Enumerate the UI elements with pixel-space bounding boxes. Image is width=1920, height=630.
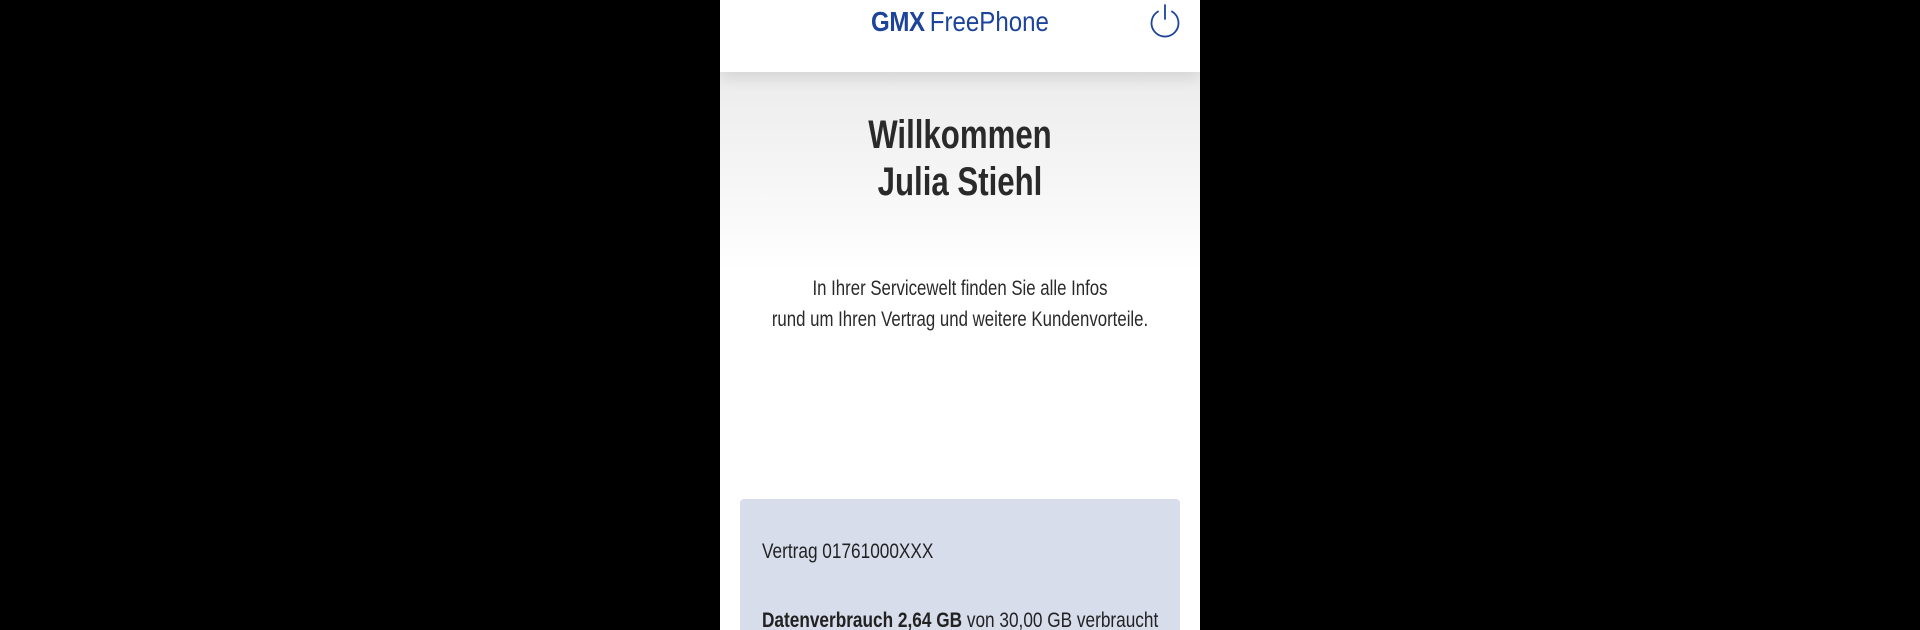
data-usage: Datenverbrauch 2,64 GB von 30,00 GB verb… xyxy=(762,608,1158,630)
intro-line-1: In Ihrer Servicewelt finden Sie alle Inf… xyxy=(812,277,1108,300)
data-usage-label: Datenverbrauch xyxy=(762,609,894,630)
gmx-freephone-logo[interactable]: GMX FreePhone xyxy=(754,4,1167,40)
app-header: GMX FreePhone xyxy=(720,0,1200,72)
app-screen: GMX FreePhone Willkommen Julia Stiehl In … xyxy=(720,0,1200,630)
data-usage-amount: 2,64 GB xyxy=(897,609,963,630)
intro-text: In Ihrer Servicewelt finden Sie alle Inf… xyxy=(768,273,1152,335)
contract-number: Vertrag 01761000XXX xyxy=(762,540,934,563)
data-usage-limit: von 30,00 GB verbraucht xyxy=(966,609,1159,630)
welcome-heading: Willkommen Julia Stiehl xyxy=(773,112,1147,206)
power-icon xyxy=(1150,4,1180,38)
brand-gmx: GMX xyxy=(871,6,925,37)
brand-product: FreePhone xyxy=(929,6,1049,37)
logout-button[interactable] xyxy=(1147,3,1183,39)
intro-line-2: rund um Ihren Vertrag und weitere Kunden… xyxy=(771,308,1149,331)
welcome-greeting: Willkommen xyxy=(868,113,1052,157)
welcome-user-name: Julia Stiehl xyxy=(877,160,1043,204)
contract-card[interactable]: Vertrag 01761000XXX Datenverbrauch 2,64 … xyxy=(740,499,1180,630)
